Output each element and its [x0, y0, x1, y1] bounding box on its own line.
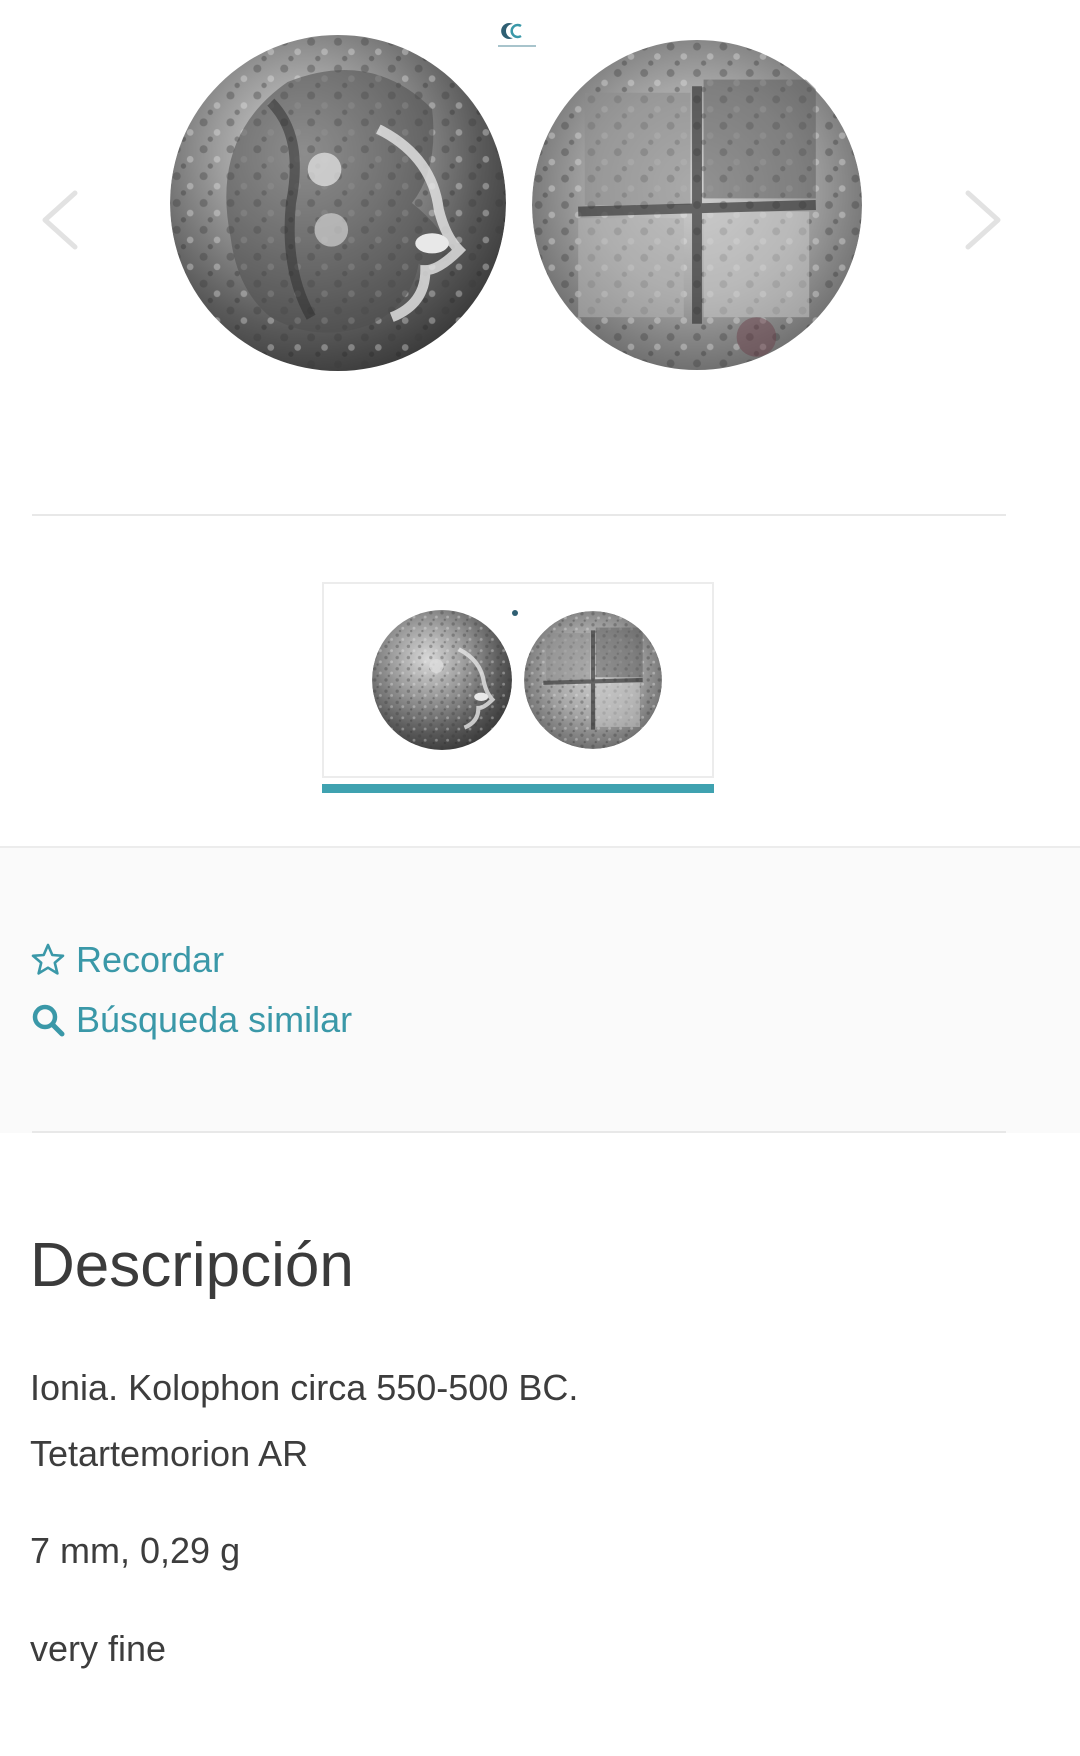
search-icon	[30, 1002, 66, 1038]
description-line: very fine	[30, 1628, 167, 1669]
description-line: Tetartemorion AR	[30, 1433, 309, 1474]
thumbnail-selected-indicator	[322, 784, 714, 793]
similar-search-button[interactable]: Búsqueda similar	[30, 996, 352, 1044]
coin-obverse-image[interactable]	[170, 32, 506, 374]
thumbnail-coin-reverse	[524, 611, 662, 749]
divider	[32, 1131, 1006, 1133]
description-heading: Descripción	[30, 1231, 354, 1300]
chevron-right-icon[interactable]	[948, 185, 1008, 255]
similar-search-label: Búsqueda similar	[76, 999, 353, 1040]
description-line: 7 mm, 0,29 g	[30, 1530, 241, 1571]
chevron-left-icon[interactable]	[35, 185, 95, 255]
watermark-logo-small	[510, 604, 522, 616]
watermark-logo	[494, 20, 540, 50]
image-gallery	[0, 0, 1080, 470]
thumbnail-coin-obverse	[372, 609, 512, 751]
remember-label: Recordar	[76, 939, 225, 980]
divider	[32, 514, 1006, 516]
coin-reverse-image[interactable]	[532, 38, 862, 372]
remember-button[interactable]: Recordar	[30, 936, 224, 984]
action-panel	[0, 846, 1080, 1133]
star-outline-icon	[30, 942, 66, 978]
description-line: Ionia. Kolophon circa 550-500 BC.	[30, 1367, 579, 1408]
